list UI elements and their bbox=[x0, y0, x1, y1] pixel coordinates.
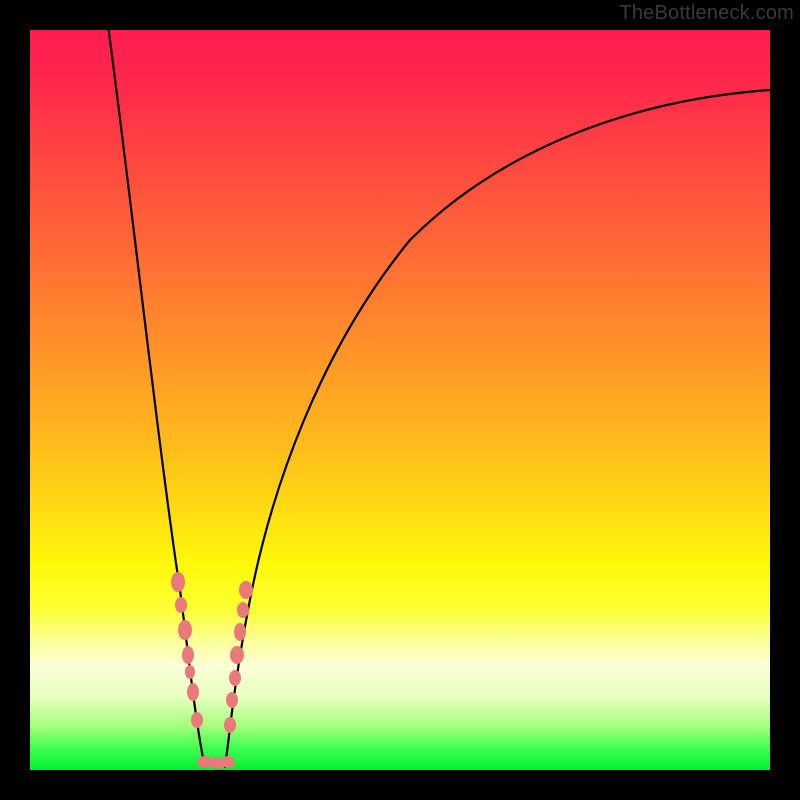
data-marker bbox=[239, 581, 253, 599]
right-curve bbox=[225, 90, 770, 768]
data-marker bbox=[171, 572, 185, 592]
data-marker bbox=[237, 602, 249, 618]
data-marker bbox=[230, 646, 244, 664]
chart-svg bbox=[30, 30, 770, 770]
data-marker bbox=[178, 620, 192, 640]
data-marker bbox=[234, 623, 246, 641]
data-marker bbox=[191, 712, 203, 728]
data-marker bbox=[182, 646, 194, 664]
markers-bottom bbox=[197, 756, 235, 769]
data-marker bbox=[224, 717, 236, 733]
data-marker bbox=[229, 670, 241, 686]
chart-frame: TheBottleneck.com bbox=[0, 0, 800, 800]
data-marker bbox=[187, 683, 199, 701]
data-marker bbox=[221, 756, 235, 768]
data-marker bbox=[226, 692, 238, 708]
markers-left bbox=[171, 572, 203, 728]
data-marker bbox=[185, 665, 195, 679]
watermark-text: TheBottleneck.com bbox=[619, 2, 794, 25]
data-marker bbox=[175, 597, 187, 613]
